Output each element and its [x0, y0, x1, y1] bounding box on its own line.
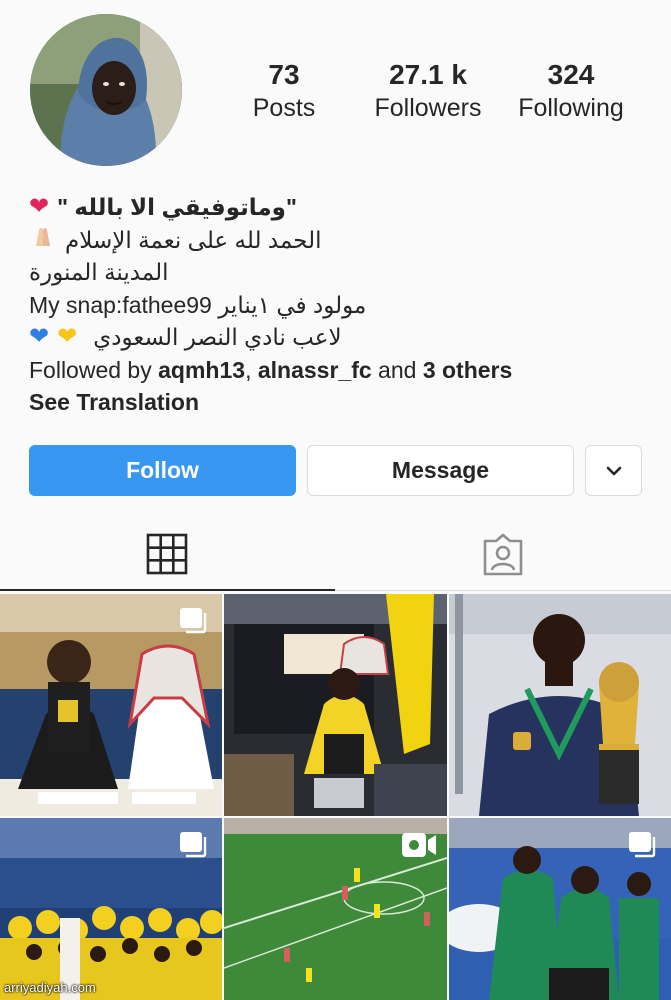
following-count: 324: [547, 59, 595, 90]
followed-by-line[interactable]: Followed by aqmh13, alnassr_fc and 3 oth…: [29, 354, 649, 387]
see-translation-link[interactable]: See Translation: [29, 386, 649, 419]
multiple-photos-icon: [629, 832, 656, 858]
post-thumbnail-1[interactable]: [0, 594, 222, 816]
site-watermark: arriyadiyah.com: [4, 980, 96, 995]
yellow-heart-icon: ❤: [57, 323, 78, 350]
followers-label: Followers: [374, 94, 482, 122]
post-thumbnail-2[interactable]: [224, 594, 447, 816]
bio-faith: الحمد لله على نعمة الإسلام: [65, 226, 322, 253]
message-button[interactable]: Message: [307, 445, 574, 496]
following-label: Following: [518, 94, 624, 122]
praying-hands-icon: [29, 222, 57, 258]
post-thumbnail-5[interactable]: [224, 818, 447, 1000]
post-thumbnail-3[interactable]: [449, 594, 671, 816]
followed-by-and: and: [378, 356, 417, 383]
multiple-photos-icon: [180, 832, 207, 858]
post-image-player-trophy: [449, 594, 671, 816]
posts-grid: [0, 594, 671, 1000]
bio-city: المدينة المنورة: [29, 259, 169, 285]
posts-stat[interactable]: 73 Posts: [214, 58, 354, 124]
chevron-down-icon: [606, 466, 621, 475]
profile-bio: ❤ "وماتوفيقي الا بالله " الحمد لله على ن…: [29, 191, 649, 419]
bio-line-2: الحمد لله على نعمة الإسلام: [29, 224, 649, 257]
tagged-person-icon: [483, 533, 523, 576]
blue-heart-icon: ❤: [29, 323, 50, 350]
grid-icon: [146, 533, 188, 575]
tab-tagged[interactable]: [481, 533, 525, 577]
profile-avatar[interactable]: [30, 14, 182, 166]
followed-by-user-1[interactable]: aqmh13: [158, 354, 245, 387]
bio-motto: "وماتوفيقي الا بالله ": [57, 194, 297, 220]
followed-by-others[interactable]: 3 others: [423, 354, 512, 387]
video-icon: [402, 833, 436, 857]
bio-birth-snap: مولود في ١يناير My snap:fathee99: [29, 291, 367, 318]
followed-by-user-2[interactable]: alnassr_fc: [258, 354, 372, 387]
post-image-team-bus: [224, 594, 447, 816]
posts-label: Posts: [252, 94, 316, 122]
bio-line-3: المدينة المنورة: [29, 256, 649, 289]
profile-tabs: [0, 520, 671, 592]
followed-by-separator: ,: [245, 356, 252, 383]
multiple-photos-icon: [180, 608, 207, 634]
tab-grid[interactable]: [146, 533, 188, 575]
red-heart-icon: ❤: [29, 193, 50, 220]
active-tab-indicator: [0, 589, 335, 591]
avatar-photo: [30, 14, 182, 166]
post-thumbnail-4[interactable]: [0, 818, 222, 1000]
profile-stats: 73 Posts 27.1 k Followers 324 Following: [220, 58, 650, 128]
suggested-accounts-button[interactable]: [585, 445, 642, 496]
bio-line-4: مولود في ١يناير My snap:fathee99: [29, 289, 649, 322]
bio-club: لاعب نادي النصر السعودي: [93, 324, 342, 350]
followers-count: 27.1 k: [389, 59, 467, 90]
bio-line-1: ❤ "وماتوفيقي الا بالله ": [29, 191, 649, 224]
following-stat[interactable]: 324 Following: [501, 58, 641, 124]
followers-stat[interactable]: 27.1 k Followers: [358, 58, 498, 124]
follow-button[interactable]: Follow: [29, 445, 296, 496]
followed-by-prefix: Followed by: [29, 356, 152, 383]
post-thumbnail-6[interactable]: [449, 818, 671, 1000]
bio-line-5: ❤ ❤ لاعب نادي النصر السعودي: [29, 321, 649, 354]
posts-count: 73: [268, 59, 300, 90]
